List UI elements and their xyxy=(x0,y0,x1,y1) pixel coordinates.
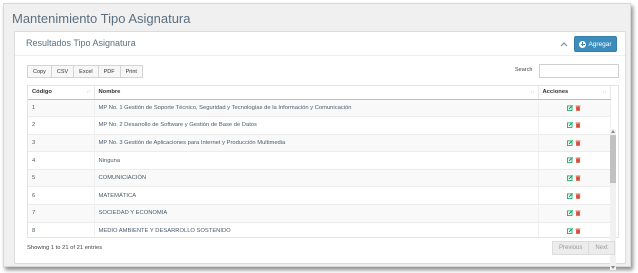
print-button[interactable]: Print xyxy=(119,65,143,78)
pagination: Previous Next xyxy=(552,241,615,255)
table-row: 1 MP No. 1 Gestión de Soporte Técnico, Se… xyxy=(28,98,611,117)
cell-name: MATEMÁTICA xyxy=(94,186,539,205)
column-header-actions[interactable]: Acciones ↓↑ xyxy=(538,86,611,100)
cell-actions xyxy=(538,168,611,187)
cell-actions xyxy=(538,221,611,237)
search-input[interactable] xyxy=(539,64,619,78)
trash-icon[interactable] xyxy=(575,210,581,216)
cell-name: COMUNICIACIÓN xyxy=(94,168,539,187)
plus-circle-icon xyxy=(579,40,587,48)
copy-button[interactable]: Copy xyxy=(27,65,52,78)
table-row: 6 MATEMÁTICA xyxy=(28,186,611,205)
table-body: 1 MP No. 1 Gestión de Soporte Técnico, Se… xyxy=(28,98,611,237)
cell-actions xyxy=(538,133,611,152)
edit-icon[interactable] xyxy=(567,174,573,181)
results-table: Código ↓↑ Nombre ↓↑ Acciones ↓↑ 1 MP No.… xyxy=(27,85,619,238)
csv-button[interactable]: CSV xyxy=(50,65,75,78)
table-row: 4 Ninguna xyxy=(28,151,611,170)
edit-icon[interactable] xyxy=(567,104,573,111)
table-row: 5 COMUNICIACIÓN xyxy=(28,168,611,187)
sort-icon: ↓↑ xyxy=(530,89,535,95)
scroll-down-arrow-icon[interactable] xyxy=(611,266,615,269)
previous-page-button[interactable]: Previous xyxy=(553,242,588,254)
scroll-thumb[interactable] xyxy=(610,135,616,183)
trash-icon[interactable] xyxy=(575,122,581,128)
cell-code: 5 xyxy=(28,168,95,187)
box-title: Resultados Tipo Asignatura xyxy=(26,38,136,48)
cell-code: 1 xyxy=(28,98,95,117)
trash-icon[interactable] xyxy=(575,175,581,181)
trash-icon[interactable] xyxy=(575,140,581,146)
table-row: 2 MP No. 2 Desarrollo de Software y Gesti… xyxy=(28,116,611,135)
search-label: Search xyxy=(515,67,533,73)
edit-icon[interactable] xyxy=(567,157,573,164)
column-header-name[interactable]: Nombre ↓↑ xyxy=(94,86,539,100)
table-row: 8 MEDIO AMBIENTE Y DESARROLLO SOSTENIDO xyxy=(28,221,611,237)
cell-actions xyxy=(538,151,611,170)
column-header-code[interactable]: Código ↓↑ xyxy=(28,86,95,100)
cell-name: MP No. 1 Gestión de Soporte Técnico, Seg… xyxy=(94,98,539,117)
trash-icon[interactable] xyxy=(575,105,581,111)
export-buttons: Copy CSV Excel PDF Print xyxy=(27,65,143,78)
column-header-actions-label: Acciones xyxy=(542,89,569,96)
add-button[interactable]: Agregar xyxy=(574,36,617,52)
chevron-up-icon[interactable] xyxy=(559,39,569,49)
scroll-up-arrow-icon[interactable] xyxy=(611,130,615,133)
cell-name: MEDIO AMBIENTE Y DESARROLLO SOSTENIDO xyxy=(94,221,539,237)
trash-icon[interactable] xyxy=(575,193,581,199)
cell-actions xyxy=(538,186,611,205)
sort-icon: ↓↑ xyxy=(602,89,607,95)
results-box: Resultados Tipo Asignatura Agregar Copy … xyxy=(14,31,626,270)
cell-code: 8 xyxy=(28,221,95,237)
edit-icon[interactable] xyxy=(567,210,573,216)
cell-code: 7 xyxy=(28,204,95,223)
column-header-name-label: Nombre xyxy=(98,89,121,96)
cell-code: 3 xyxy=(28,133,95,152)
page-title: Mantenimiento Tipo Asignatura xyxy=(12,11,191,26)
trash-icon[interactable] xyxy=(575,157,581,164)
add-button-label: Agregar xyxy=(588,40,612,48)
trash-icon[interactable] xyxy=(575,228,581,234)
cell-actions xyxy=(538,204,611,223)
cell-code: 2 xyxy=(28,116,95,135)
cell-name: MP No. 2 Desarrollo de Software y Gestió… xyxy=(94,116,539,135)
table-info: Showing 1 to 21 of 21 entries xyxy=(27,245,103,251)
cell-code: 4 xyxy=(28,151,95,170)
cell-name: Ninguna xyxy=(94,151,539,170)
next-page-button[interactable]: Next xyxy=(588,242,613,254)
cell-name: SOCIEDAD Y ECONOMIA xyxy=(94,204,539,223)
box-header: Resultados Tipo Asignatura Agregar xyxy=(15,32,625,56)
column-header-code-label: Código xyxy=(32,89,52,96)
cell-name: MP No. 3 Gestión de Aplicaciones para In… xyxy=(94,133,539,152)
excel-button[interactable]: Excel xyxy=(73,65,99,78)
sort-icon: ↓↑ xyxy=(86,89,91,95)
edit-icon[interactable] xyxy=(567,227,573,234)
edit-icon[interactable] xyxy=(567,139,573,146)
pdf-button[interactable]: PDF xyxy=(97,65,121,78)
edit-icon[interactable] xyxy=(567,122,573,129)
table-header-row: Código ↓↑ Nombre ↓↑ Acciones ↓↑ xyxy=(28,86,611,100)
edit-icon[interactable] xyxy=(567,192,573,199)
app-window: Mantenimiento Tipo Asignatura Resultados… xyxy=(3,3,631,270)
cell-actions xyxy=(538,98,611,117)
cell-code: 6 xyxy=(28,186,95,205)
table-row: 7 SOCIEDAD Y ECONOMIA xyxy=(28,204,611,223)
cell-actions xyxy=(538,116,611,135)
table-row: 3 MP No. 3 Gestión de Aplicaciones para I… xyxy=(28,133,611,152)
